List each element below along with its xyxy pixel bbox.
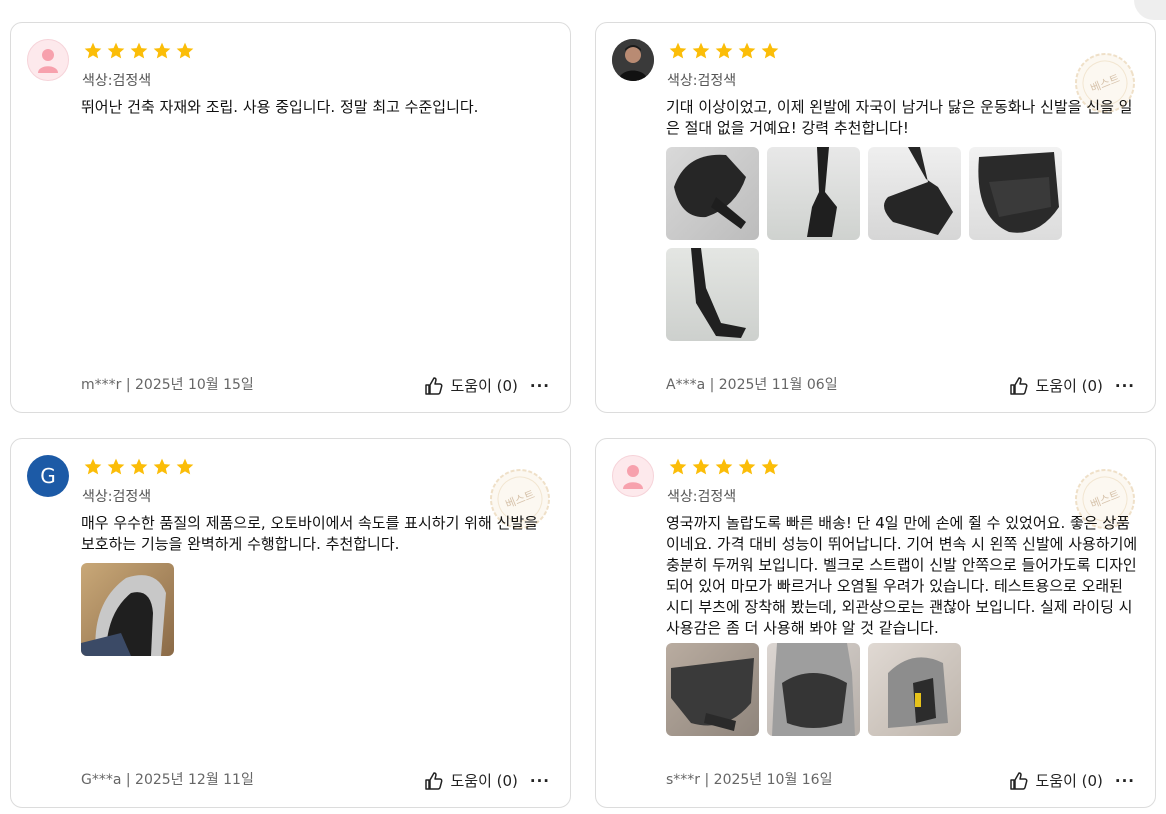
helpful-button[interactable]: 도움이 (0) ··· bbox=[1009, 770, 1135, 791]
review-images bbox=[666, 643, 1086, 736]
reviews-grid: 색상:검정색 뛰어난 건축 자재와 조립. 사용 중입니다. 정말 최고 수준입… bbox=[0, 0, 1166, 814]
color-option: 색상:검정색 bbox=[667, 73, 737, 89]
star-icon bbox=[84, 458, 102, 475]
star-icon bbox=[130, 458, 148, 475]
avatar bbox=[612, 455, 654, 497]
default-user-icon bbox=[623, 465, 643, 489]
more-options-icon[interactable]: ··· bbox=[1115, 377, 1135, 395]
avatar: G bbox=[27, 455, 69, 497]
rating-stars bbox=[668, 457, 780, 477]
star-icon bbox=[692, 42, 710, 59]
scroll-corner bbox=[1134, 0, 1166, 20]
star-icon bbox=[669, 42, 687, 59]
reviewer-date: m***r | 2025년 10월 15일 bbox=[81, 377, 254, 393]
review-image-2[interactable] bbox=[767, 147, 860, 240]
review-card-2: 색상:검정색 베스트 기대 이상이었고, 이제 왼발에 자국이 남거나 닳은 운… bbox=[595, 22, 1156, 413]
reviewer-date: A***a | 2025년 11월 06일 bbox=[666, 377, 838, 393]
review-image-1[interactable] bbox=[666, 147, 759, 240]
review-card-4: 색상:검정색 베스트 영국까지 놀랍도록 빠른 배송! 단 4일 만에 손에 쥘… bbox=[595, 438, 1156, 808]
star-icon bbox=[669, 458, 687, 475]
helpful-label: 도움이 (0) bbox=[450, 377, 518, 395]
review-image-5[interactable] bbox=[666, 248, 759, 341]
helpful-label: 도움이 (0) bbox=[1035, 772, 1103, 790]
star-icon bbox=[738, 458, 756, 475]
star-icon bbox=[738, 42, 756, 59]
star-icon bbox=[107, 458, 125, 475]
more-options-icon[interactable]: ··· bbox=[1115, 772, 1135, 790]
star-icon bbox=[130, 42, 148, 59]
review-text: 기대 이상이었고, 이제 왼발에 자국이 남거나 닳은 운동화나 신발을 신을 … bbox=[666, 98, 1133, 137]
review-image-2[interactable] bbox=[767, 643, 860, 736]
star-icon bbox=[176, 458, 194, 475]
rating-stars bbox=[83, 457, 195, 477]
more-options-icon[interactable]: ··· bbox=[530, 772, 550, 790]
more-options-icon[interactable]: ··· bbox=[530, 377, 550, 395]
review-card-3: G 색상:검정색 베스트 매우 우수한 품질의 제품으로, 오토바이에서 속도를… bbox=[10, 438, 571, 808]
avatar bbox=[612, 39, 654, 81]
review-image-3[interactable] bbox=[868, 147, 961, 240]
avatar bbox=[27, 39, 69, 81]
review-image-1[interactable] bbox=[81, 563, 174, 656]
color-option: 색상:검정색 bbox=[82, 489, 152, 505]
color-option: 색상:검정색 bbox=[82, 73, 152, 89]
color-option: 색상:검정색 bbox=[667, 489, 737, 505]
helpful-button[interactable]: 도움이 (0) ··· bbox=[1009, 375, 1135, 396]
review-text: 뛰어난 건축 자재와 조립. 사용 중입니다. 정말 최고 수준입니다. bbox=[81, 98, 479, 116]
reviewer-date: G***a | 2025년 12월 11일 bbox=[81, 772, 254, 788]
star-icon bbox=[153, 42, 171, 59]
review-images bbox=[81, 563, 501, 656]
thumbs-up-icon bbox=[425, 376, 443, 395]
reviewer-photo-icon bbox=[612, 39, 654, 81]
review-text: 영국까지 놀랍도록 빠른 배송! 단 4일 만에 손에 쥘 수 있었어요. 좋은… bbox=[666, 514, 1138, 637]
review-image-3[interactable] bbox=[868, 643, 961, 736]
review-images bbox=[666, 147, 1076, 341]
star-icon bbox=[84, 42, 102, 59]
helpful-label: 도움이 (0) bbox=[450, 772, 518, 790]
default-user-icon bbox=[38, 49, 58, 73]
star-icon bbox=[107, 42, 125, 59]
review-text: 매우 우수한 품질의 제품으로, 오토바이에서 속도를 표시하기 위해 신발을 … bbox=[81, 514, 538, 553]
helpful-label: 도움이 (0) bbox=[1035, 377, 1103, 395]
rating-stars bbox=[668, 41, 780, 61]
star-icon bbox=[692, 458, 710, 475]
review-card-1: 색상:검정색 뛰어난 건축 자재와 조립. 사용 중입니다. 정말 최고 수준입… bbox=[10, 22, 571, 413]
thumbs-up-icon bbox=[425, 771, 443, 790]
review-image-1[interactable] bbox=[666, 643, 759, 736]
star-icon bbox=[176, 42, 194, 59]
star-icon bbox=[715, 458, 733, 475]
helpful-button[interactable]: 도움이 (0) ··· bbox=[424, 375, 550, 396]
thumbs-up-icon bbox=[1010, 771, 1028, 790]
reviewer-date: s***r | 2025년 10월 16일 bbox=[666, 772, 833, 788]
star-icon bbox=[715, 42, 733, 59]
avatar-letter: G bbox=[40, 464, 56, 488]
thumbs-up-icon bbox=[1010, 376, 1028, 395]
rating-stars bbox=[83, 41, 195, 61]
review-image-4[interactable] bbox=[969, 147, 1062, 240]
star-icon bbox=[761, 42, 779, 59]
star-icon bbox=[153, 458, 171, 475]
star-icon bbox=[761, 458, 779, 475]
helpful-button[interactable]: 도움이 (0) ··· bbox=[424, 770, 550, 791]
